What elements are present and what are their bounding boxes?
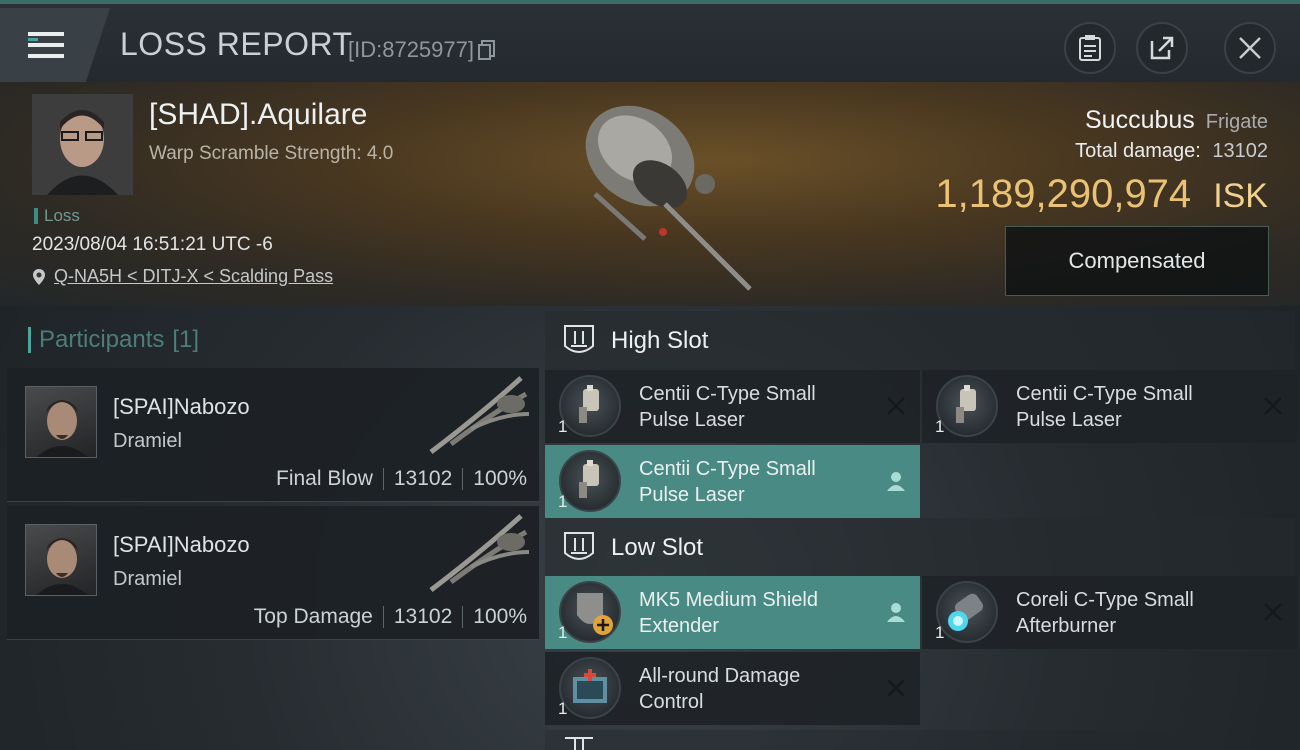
menu-button[interactable] xyxy=(0,8,110,82)
module-name: Centii C-Type Small Pulse Laser xyxy=(1016,383,1193,431)
divider xyxy=(382,468,384,490)
module-name: Coreli C-Type Small Afterburner xyxy=(1016,589,1194,637)
close-icon xyxy=(1239,37,1261,59)
status-badge: Loss xyxy=(34,206,80,226)
pulse-laser-icon xyxy=(559,375,621,437)
participant-name[interactable]: [SPAI]Nabozo xyxy=(113,532,250,558)
pulse-laser-icon xyxy=(936,375,998,437)
afterburner-icon xyxy=(936,581,998,643)
module-item[interactable]: 1 Centii C-Type Small Pulse Laser xyxy=(922,370,1297,443)
next-slot-header xyxy=(545,730,1295,750)
module-item[interactable]: 1 Coreli C-Type Small Afterburner xyxy=(922,576,1297,649)
participants-header: Participants [1] xyxy=(28,326,199,354)
participant-avatar xyxy=(25,524,97,596)
participant-card[interactable]: [SPAI]Nabozo Dramiel Final Blow 13102 10… xyxy=(7,368,539,502)
module-name: All-round Damage Control xyxy=(639,665,801,713)
module-quantity: 1 xyxy=(558,492,568,511)
module-name: MK5 Medium Shield Extender xyxy=(639,589,818,637)
high-slot-icon xyxy=(564,325,594,353)
participants-label: Participants xyxy=(39,326,165,353)
module-quantity: 1 xyxy=(935,623,945,642)
module-item[interactable]: 1 MK5 Medium Shield Extender xyxy=(545,576,920,649)
module-item[interactable]: 1 Centii C-Type Small Pulse Laser xyxy=(545,445,920,518)
participant-damage: 13102 xyxy=(393,467,453,490)
participants-accent-bar xyxy=(28,327,31,353)
module-name: Centii C-Type Small Pulse Laser xyxy=(639,383,816,431)
participant-role: Final Blow xyxy=(276,467,373,490)
participant-card[interactable]: [SPAI]Nabozo Dramiel Top Damage 13102 10… xyxy=(7,506,539,640)
shield-extender-icon xyxy=(559,581,621,643)
victim-portrait xyxy=(32,94,133,195)
pulse-laser-icon xyxy=(559,450,621,512)
report-id-text: [ID:8725977] xyxy=(348,37,474,62)
participant-damage: 13102 xyxy=(393,605,453,628)
module-item[interactable]: 1 Centii C-Type Small Pulse Laser xyxy=(545,370,920,443)
person-icon[interactable] xyxy=(884,469,908,493)
compensated-button[interactable]: Compensated xyxy=(1005,226,1269,296)
report-id: [ID:8725977] xyxy=(348,37,496,63)
module-item[interactable]: 1 All-round Damage Control xyxy=(545,652,920,725)
x-icon[interactable] xyxy=(884,394,908,418)
status-bar xyxy=(34,208,38,224)
x-icon[interactable] xyxy=(884,676,908,700)
location-link[interactable]: Q-NA5H < DITJ-X < Scalding Pass xyxy=(32,266,333,287)
x-icon[interactable] xyxy=(1261,394,1285,418)
clipboard-icon xyxy=(1079,35,1101,61)
participant-percent: 100% xyxy=(473,605,527,628)
warp-scramble-strength: Warp Scramble Strength: 4.0 xyxy=(149,143,394,164)
x-icon[interactable] xyxy=(1261,600,1285,624)
module-quantity: 1 xyxy=(558,699,568,718)
participant-ship-icon xyxy=(429,514,530,592)
participant-avatar xyxy=(25,386,97,458)
participant-stats: Top Damage 13102 100% xyxy=(254,605,527,629)
participants-count: [1] xyxy=(172,326,200,353)
divider xyxy=(462,468,464,490)
kill-datetime: 2023/08/04 16:51:21 UTC -6 xyxy=(32,234,273,255)
clipboard-button[interactable] xyxy=(1064,22,1116,74)
low-slot-label: Low Slot xyxy=(611,534,704,561)
ship-name: Succubus xyxy=(1085,106,1195,134)
total-damage-value: 13102 xyxy=(1212,140,1268,162)
isk-amount: 1,189,290,974 xyxy=(935,172,1192,216)
module-quantity: 1 xyxy=(558,623,568,642)
slot-icon xyxy=(565,737,593,750)
participant-ship: Dramiel xyxy=(113,568,182,590)
damage-control-icon xyxy=(559,657,621,719)
status-label: Loss xyxy=(44,206,80,225)
page-title: LOSS REPORT xyxy=(120,26,353,62)
ship-class: Frigate xyxy=(1205,111,1268,133)
isk-unit: ISK xyxy=(1213,177,1268,215)
share-button[interactable] xyxy=(1136,22,1188,74)
participant-ship: Dramiel xyxy=(113,430,182,452)
high-slot-label: High Slot xyxy=(611,327,709,354)
location-text[interactable]: Q-NA5H < DITJ-X < Scalding Pass xyxy=(54,266,333,287)
victim-name[interactable]: [SHAD].Aquilare xyxy=(149,98,367,132)
total-damage: Total damage: 13102 xyxy=(1075,140,1268,163)
module-quantity: 1 xyxy=(935,417,945,436)
module-quantity: 1 xyxy=(558,417,568,436)
copy-icon[interactable] xyxy=(477,40,496,60)
participant-ship-icon xyxy=(429,376,530,454)
title-bar: LOSS REPORT [ID:8725977] xyxy=(0,0,1300,82)
participant-percent: 100% xyxy=(473,467,527,490)
total-damage-label: Total damage: xyxy=(1075,140,1201,162)
person-icon[interactable] xyxy=(884,600,908,624)
ship-info: Succubus Frigate xyxy=(1085,106,1268,135)
close-button[interactable] xyxy=(1224,22,1276,74)
divider xyxy=(462,606,464,628)
low-slot-header: Low Slot xyxy=(545,518,1295,578)
location-pin-icon xyxy=(33,268,45,285)
isk-value: 1,189,290,974 ISK xyxy=(935,172,1268,217)
low-slot-icon xyxy=(564,532,594,560)
participant-stats: Final Blow 13102 100% xyxy=(276,467,527,491)
share-icon xyxy=(1150,36,1174,60)
high-slot-header: High Slot xyxy=(545,311,1295,371)
ship-image xyxy=(585,105,752,291)
divider xyxy=(382,606,384,628)
hamburger-icon xyxy=(28,32,64,58)
module-name: Centii C-Type Small Pulse Laser xyxy=(639,458,816,506)
participant-name[interactable]: [SPAI]Nabozo xyxy=(113,394,250,420)
participant-role: Top Damage xyxy=(253,605,373,628)
